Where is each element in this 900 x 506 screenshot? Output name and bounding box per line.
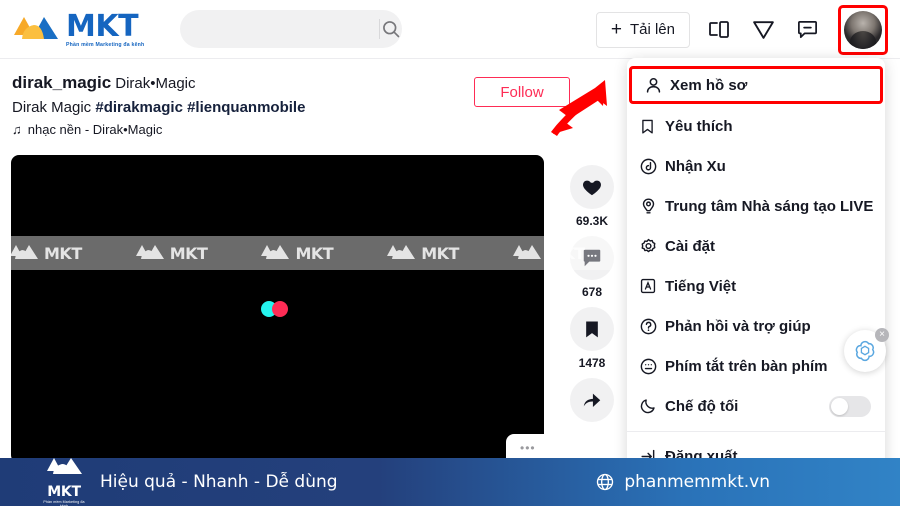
comment-button[interactable]	[570, 236, 614, 280]
footer-logo: MKT Phần mềm Marketing đa kênh	[40, 456, 88, 506]
coin-icon	[639, 157, 665, 176]
comment-count: 678	[581, 285, 603, 299]
bookmark-count: 1478	[578, 356, 606, 370]
menu-label: Phím tắt trên bàn phím	[665, 357, 828, 375]
video-player[interactable]	[11, 155, 544, 463]
person-icon	[644, 76, 670, 95]
post-description: Dirak Magic #dirakmagic #lienquanmobile	[12, 97, 532, 119]
search-button[interactable]	[379, 10, 402, 48]
mkt-logo-icon	[47, 458, 82, 474]
logo-tagline: Phần mềm Marketing đa kênh	[66, 41, 145, 48]
keyboard-icon	[639, 357, 665, 376]
dark-mode-toggle[interactable]	[829, 396, 871, 417]
chatgpt-icon	[855, 340, 875, 362]
search-bar[interactable]	[180, 10, 402, 48]
menu-label: Chế độ tối	[665, 397, 739, 415]
search-input[interactable]	[180, 21, 379, 37]
device-button[interactable]	[704, 15, 734, 45]
music-note-icon: ♫	[12, 122, 22, 137]
upload-label: Tải lên	[629, 21, 675, 38]
live-center-icon	[639, 197, 665, 216]
footer-website[interactable]: phanmemmkt.vn	[595, 472, 770, 492]
gear-icon	[639, 237, 665, 256]
message-icon	[797, 20, 817, 39]
menu-item-settings[interactable]: Cài đặt	[627, 226, 885, 266]
share-button[interactable]	[570, 378, 614, 422]
post-description-text: Dirak Magic	[12, 99, 96, 116]
menu-label: Nhận Xu	[665, 157, 726, 175]
menu-item-view-profile[interactable]: Xem hồ sơ	[629, 66, 883, 104]
moon-icon	[639, 397, 665, 415]
device-icon	[709, 20, 729, 38]
tiktok-page: MKT Phần mềm Marketing đa kênh + Tải lên	[0, 0, 900, 506]
chatgpt-widget[interactable]: ×	[844, 328, 889, 372]
heart-icon	[583, 180, 601, 196]
post-music-label: nhạc nền - Dirak•Magic	[27, 122, 163, 137]
menu-item-dark-mode[interactable]: Chế độ tối	[627, 386, 885, 426]
menu-label: Phản hồi và trợ giúp	[665, 317, 811, 335]
post-username[interactable]: dirak_magic	[12, 73, 111, 92]
menu-label: Xem hồ sơ	[670, 76, 748, 94]
menu-item-get-coins[interactable]: Nhận Xu	[627, 146, 885, 186]
profile-dropdown-menu: Xem hồ sơ Yêu thích Nhận Xu Trung tâm Nh…	[627, 58, 885, 482]
avatar	[844, 10, 882, 49]
menu-label: Cài đặt	[665, 237, 716, 255]
post-hashtags[interactable]: #dirakmagic #lienquanmobile	[95, 99, 305, 116]
bookmark-action: 1478	[570, 307, 614, 370]
action-rail: 69.3K 678 1478	[562, 165, 622, 435]
menu-label: Trung tâm Nhà sáng tạo LIVE	[665, 197, 874, 215]
close-icon[interactable]: ×	[875, 328, 889, 342]
post-music[interactable]: ♫ nhạc nền - Dirak•Magic	[12, 122, 532, 137]
messages-button[interactable]	[748, 15, 778, 45]
mkt-logo-icon	[14, 17, 58, 39]
header-actions: + Tải lên	[595, 0, 888, 59]
bookmark-button[interactable]	[570, 307, 614, 351]
post-author-line: dirak_magic Dirak•Magic	[12, 73, 532, 94]
post-meta: dirak_magic Dirak•Magic Dirak Magic #dira…	[12, 73, 532, 137]
share-action	[570, 378, 614, 427]
footer-logo-text: MKT	[47, 484, 81, 500]
share-icon	[583, 393, 601, 407]
mkt-logo[interactable]: MKT Phần mềm Marketing đa kênh	[10, 7, 175, 53]
language-icon	[639, 277, 665, 295]
bookmark-icon	[586, 321, 598, 338]
help-icon	[639, 317, 665, 336]
menu-item-favorites[interactable]: Yêu thích	[627, 106, 885, 146]
logo-title: MKT	[66, 8, 139, 44]
toggle-knob	[831, 398, 848, 415]
footer-brand: MKT Phần mềm Marketing đa kênh Hiệu quả …	[40, 456, 338, 506]
follow-button[interactable]: Follow	[474, 77, 570, 107]
video-bottom-dots: •••	[520, 441, 536, 455]
bookmark-icon	[639, 117, 665, 136]
footer-slogan: Hiệu quả - Nhanh - Dễ dùng	[100, 472, 338, 492]
comment-action: 678	[570, 236, 614, 299]
like-action: 69.3K	[570, 165, 614, 228]
footer-logo-tagline: Phần mềm Marketing đa kênh	[43, 500, 85, 506]
upload-button[interactable]: + Tải lên	[595, 11, 690, 48]
footer-bar: MKT Phần mềm Marketing đa kênh Hiệu quả …	[0, 458, 900, 506]
menu-label: Yêu thích	[665, 117, 733, 135]
menu-item-live-creator-hub[interactable]: Trung tâm Nhà sáng tạo LIVE	[627, 186, 885, 226]
like-count: 69.3K	[575, 214, 609, 228]
comment-icon	[583, 249, 601, 267]
footer-url: phanmemmkt.vn	[624, 472, 770, 492]
plus-icon: +	[610, 19, 622, 40]
post-nickname: Dirak•Magic	[115, 75, 196, 92]
video-loading-indicator	[260, 301, 295, 317]
menu-item-language[interactable]: Tiếng Việt	[627, 266, 885, 306]
top-header: MKT Phần mềm Marketing đa kênh + Tải lên	[0, 0, 900, 59]
globe-icon	[597, 473, 614, 491]
like-button[interactable]	[570, 165, 614, 209]
avatar-button[interactable]	[838, 4, 888, 55]
menu-label: Tiếng Việt	[665, 277, 737, 295]
menu-divider	[627, 431, 885, 432]
inbox-button[interactable]	[792, 15, 822, 45]
send-icon	[752, 21, 774, 39]
search-icon	[382, 21, 400, 38]
